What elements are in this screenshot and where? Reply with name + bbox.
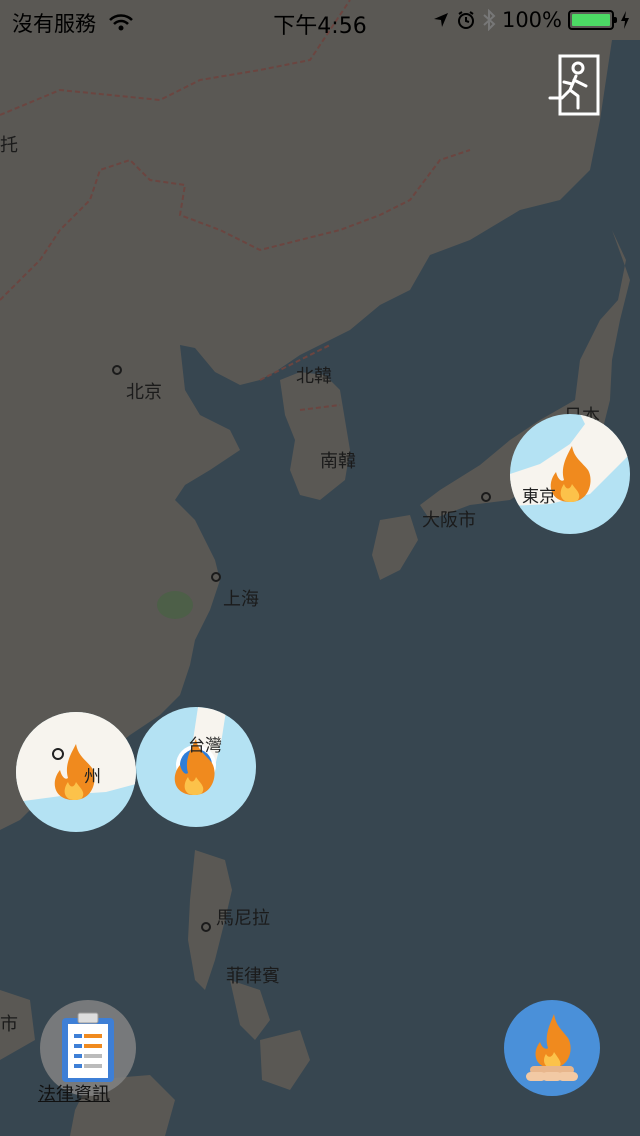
battery-percent: 100% <box>501 8 562 32</box>
map-view[interactable] <box>0 0 640 1136</box>
status-time: 下午4:56 <box>273 14 367 39</box>
legal-info-link[interactable]: 法律資訊 <box>38 1080 110 1106</box>
map-label-south-korea: 南韓 <box>320 451 356 472</box>
map-label-manila: 馬尼拉 <box>216 908 270 929</box>
map-label-beijing: 北京 <box>126 382 162 403</box>
fire-marker-tokyo[interactable]: 東京 <box>510 414 630 534</box>
campfire-icon <box>526 1014 578 1081</box>
alarm-icon <box>457 11 474 29</box>
battery-icon <box>568 10 617 30</box>
bluetooth-icon <box>483 9 496 31</box>
map-label-shi: 市 <box>0 1014 18 1035</box>
map-label-north-korea: 北韓 <box>296 366 332 387</box>
map-label-tuo: 托 <box>0 135 18 156</box>
marker-label-tokyo: 東京 <box>522 487 556 507</box>
location-arrow-icon <box>433 13 448 27</box>
status-bar: 沒有服務 下午4:56 100% <box>0 0 640 40</box>
marker-label-taiwan: 台灣 <box>188 736 222 756</box>
fire-marker-fuzhou[interactable]: 州 <box>16 712 136 832</box>
marker-label-fuzhou: 州 <box>84 767 101 787</box>
fire-marker-taiwan[interactable]: 台灣 <box>136 707 256 827</box>
exit-icon <box>548 54 600 116</box>
map-label-shanghai: 上海 <box>223 589 259 610</box>
campfire-button[interactable] <box>504 1000 600 1096</box>
map-label-philippines: 菲律賓 <box>226 966 280 987</box>
charging-icon <box>621 11 629 29</box>
city-dot-shanghai <box>211 572 221 582</box>
city-dot-beijing <box>112 365 122 375</box>
exit-button[interactable] <box>542 52 604 120</box>
map-label-osaka: 大阪市 <box>422 510 476 531</box>
city-dot-manila <box>201 922 211 932</box>
city-dot-osaka <box>481 492 491 502</box>
